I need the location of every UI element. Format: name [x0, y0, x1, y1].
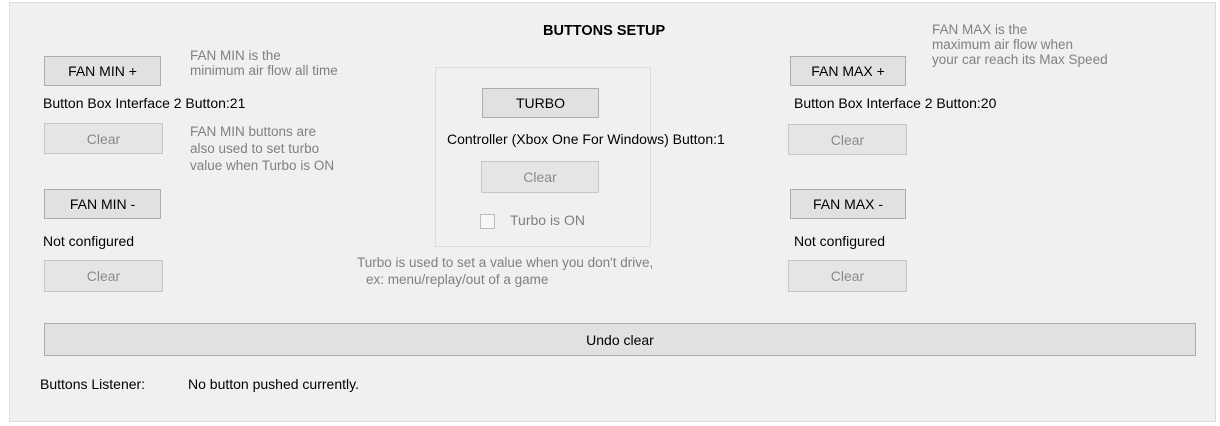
fan-max-description-line-1: FAN MAX is the: [932, 22, 1028, 37]
buttons-listener-label: Buttons Listener:: [40, 376, 146, 392]
fan-max-minus-clear-button[interactable]: Clear: [788, 260, 907, 292]
fan-max-minus-button[interactable]: FAN MAX -: [790, 189, 906, 219]
fan-max-minus-binding: Not configured: [794, 233, 886, 249]
fan-min-turbo-note: FAN MIN buttons are also used to set tur…: [190, 123, 334, 174]
turbo-on-checkbox[interactable]: [480, 214, 495, 229]
section-title: BUTTONS SETUP: [543, 23, 666, 39]
turbo-on-label: Turbo is ON: [510, 212, 585, 228]
turbo-binding: Controller (Xbox One For Windows) Button…: [447, 131, 725, 147]
fan-min-turbo-note-line-3: value when Turbo is ON: [190, 158, 335, 173]
turbo-clear-button[interactable]: Clear: [481, 161, 599, 193]
fan-max-description-line-3: your car reach its Max Speed: [932, 52, 1108, 67]
turbo-note-line-1: Turbo is used to set a value when you do…: [357, 255, 654, 270]
fan-max-description-line-2: maximum air flow when: [932, 37, 1074, 52]
fan-min-description-line-2: minimum air flow all time: [190, 63, 338, 78]
fan-max-plus-binding: Button Box Interface 2 Button:20: [794, 95, 997, 111]
fan-min-plus-binding: Button Box Interface 2 Button:21: [43, 95, 246, 111]
fan-min-turbo-note-line-2: also used to set turbo: [190, 141, 320, 156]
fan-min-minus-clear-button[interactable]: Clear: [44, 260, 163, 292]
turbo-button[interactable]: TURBO: [482, 88, 599, 118]
fan-min-turbo-note-line-1: FAN MIN buttons are: [190, 124, 317, 139]
fan-max-plus-button[interactable]: FAN MAX +: [790, 56, 906, 86]
fan-min-plus-clear-button[interactable]: Clear: [44, 123, 163, 154]
fan-min-minus-binding: Not configured: [43, 233, 135, 249]
turbo-note-line-2: ex: menu/replay/out of a game: [366, 272, 549, 287]
fan-min-plus-button[interactable]: FAN MIN +: [44, 56, 161, 86]
fan-min-description-line-1: FAN MIN is the: [190, 48, 281, 63]
fan-max-description: FAN MAX is the maximum air flow when you…: [932, 22, 1108, 67]
undo-clear-button[interactable]: Undo clear: [44, 323, 1196, 356]
turbo-note: Turbo is used to set a value when you do…: [357, 254, 653, 288]
fan-min-minus-button[interactable]: FAN MIN -: [44, 189, 161, 219]
fan-min-description: FAN MIN is the minimum air flow all time: [190, 48, 338, 78]
fan-max-plus-clear-button[interactable]: Clear: [788, 124, 907, 155]
buttons-listener-status: No button pushed currently.: [188, 376, 359, 392]
